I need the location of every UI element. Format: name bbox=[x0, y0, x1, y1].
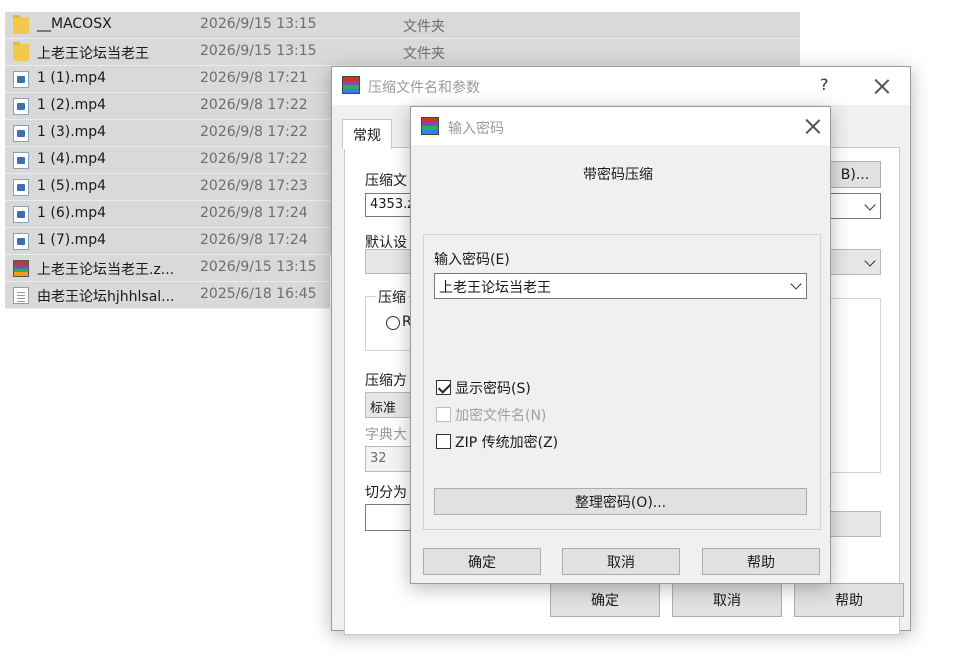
cancel-button[interactable]: 取消 bbox=[562, 548, 680, 575]
file-date: 2026/9/8 17:24 bbox=[200, 232, 308, 248]
video-file-icon bbox=[13, 206, 29, 223]
video-file-icon bbox=[13, 71, 29, 88]
file-name: 1 (7).mp4 bbox=[37, 232, 107, 248]
winrar-icon bbox=[421, 117, 439, 135]
file-date: 2026/9/8 17:21 bbox=[200, 70, 308, 86]
file-name: 1 (4).mp4 bbox=[37, 151, 107, 167]
video-file-icon bbox=[13, 152, 29, 169]
set-password-button-area[interactable] bbox=[829, 511, 881, 537]
winrar-icon bbox=[342, 76, 360, 94]
archive-name-value: 4353.z bbox=[370, 197, 415, 212]
video-file-icon bbox=[13, 233, 29, 250]
dictionary-size-label: 字典大 bbox=[365, 427, 407, 443]
archive-options-group bbox=[829, 298, 881, 473]
help-button[interactable]: 帮助 bbox=[702, 548, 820, 575]
chevron-down-icon[interactable] bbox=[790, 278, 802, 290]
file-name: 1 (6).mp4 bbox=[37, 205, 107, 221]
video-file-icon bbox=[13, 125, 29, 142]
password-dialog-titlebar: 输入密码 bbox=[411, 107, 830, 145]
password-input[interactable]: 上老王论坛当老王 bbox=[434, 273, 807, 299]
file-date: 2026/9/8 17:23 bbox=[200, 178, 308, 194]
tab-general[interactable]: 常规 bbox=[342, 119, 392, 149]
text-file-icon bbox=[13, 287, 29, 304]
archive-name-label: 压缩文 bbox=[365, 173, 407, 189]
zip-legacy-encryption-checkbox[interactable] bbox=[436, 434, 451, 449]
file-type: 文件夹 bbox=[403, 46, 445, 62]
update-mode-dropdown[interactable] bbox=[829, 249, 881, 275]
rar-format-radio[interactable] bbox=[386, 316, 400, 330]
browse-button[interactable]: B)... bbox=[829, 161, 881, 188]
close-icon[interactable] bbox=[805, 118, 821, 134]
split-volumes-label: 切分为 bbox=[365, 485, 407, 501]
file-date: 2026/9/15 13:15 bbox=[200, 43, 317, 59]
dictionary-size-value: 32 bbox=[370, 451, 387, 466]
archive-dialog-titlebar: 压缩文件名和参数 ? bbox=[332, 67, 910, 105]
close-icon[interactable] bbox=[874, 78, 890, 94]
file-row[interactable]: 由老王论坛hjhhlsal... 2025/6/18 16:45 bbox=[5, 282, 330, 309]
file-name: 1 (3).mp4 bbox=[37, 124, 107, 140]
file-date: 2026/9/8 17:22 bbox=[200, 97, 308, 113]
compression-method-value: 标准 bbox=[370, 401, 397, 416]
file-name: 上老王论坛当老王.z... bbox=[37, 262, 175, 278]
file-name: 由老王论坛hjhhlsal... bbox=[37, 289, 175, 305]
password-dialog-heading: 带密码压缩 bbox=[583, 167, 653, 183]
help-icon[interactable]: ? bbox=[820, 75, 829, 94]
file-name: 1 (5).mp4 bbox=[37, 178, 107, 194]
folder-icon bbox=[13, 15, 29, 34]
encrypt-file-names-checkbox[interactable] bbox=[436, 407, 451, 422]
password-group: 输入密码(E) 上老王论坛当老王 显示密码(S) 加密文件名(N) ZIP 传统… bbox=[423, 234, 821, 530]
file-row[interactable]: 上老王论坛当老王.z... 2026/9/15 13:15 bbox=[5, 255, 330, 282]
video-file-icon bbox=[13, 98, 29, 115]
help-button[interactable]: 帮助 bbox=[794, 583, 904, 617]
password-value: 上老王论坛当老王 bbox=[439, 280, 551, 296]
cancel-button[interactable]: 取消 bbox=[672, 583, 782, 617]
archive-format-label: 压缩 bbox=[376, 287, 408, 307]
dictionary-size-dropdown[interactable]: 32 bbox=[365, 446, 415, 472]
file-name: __MACOSX bbox=[37, 16, 112, 32]
file-row[interactable]: 上老王论坛当老王 2026/9/15 13:15 文件夹 bbox=[5, 39, 800, 66]
file-name: 上老王论坛当老王 bbox=[37, 46, 149, 62]
file-row[interactable]: __MACOSX 2026/9/15 13:15 文件夹 bbox=[5, 12, 800, 39]
rar-archive-icon bbox=[13, 260, 29, 277]
file-date: 2026/9/8 17:24 bbox=[200, 205, 308, 221]
ok-button[interactable]: 确定 bbox=[550, 583, 660, 617]
password-dialog-title: 输入密码 bbox=[448, 121, 504, 137]
file-date: 2026/9/15 13:15 bbox=[200, 16, 317, 32]
password-label: 输入密码(E) bbox=[434, 252, 510, 268]
file-date: 2026/9/8 17:22 bbox=[200, 151, 308, 167]
file-type: 文件夹 bbox=[403, 19, 445, 35]
video-file-icon bbox=[13, 179, 29, 196]
chevron-down-icon bbox=[864, 199, 876, 211]
organize-passwords-button[interactable]: 整理密码(O)... bbox=[434, 488, 807, 515]
file-date: 2026/9/15 13:15 bbox=[200, 259, 317, 275]
archive-name-dropdown[interactable] bbox=[829, 193, 881, 219]
show-password-label: 显示密码(S) bbox=[455, 381, 531, 397]
chevron-down-icon bbox=[864, 255, 876, 267]
file-date: 2026/9/8 17:22 bbox=[200, 124, 308, 140]
password-dialog: 输入密码 带密码压缩 输入密码(E) 上老王论坛当老王 显示密码(S) 加密文件… bbox=[410, 106, 831, 584]
archive-dialog-title: 压缩文件名和参数 bbox=[368, 80, 480, 96]
compression-method-label: 压缩方 bbox=[365, 373, 407, 389]
file-date: 2025/6/18 16:45 bbox=[200, 286, 317, 302]
ok-button[interactable]: 确定 bbox=[423, 548, 541, 575]
show-password-checkbox[interactable] bbox=[436, 380, 451, 395]
zip-legacy-encryption-label: ZIP 传统加密(Z) bbox=[455, 435, 559, 451]
file-name: 1 (2).mp4 bbox=[37, 97, 107, 113]
file-name: 1 (1).mp4 bbox=[37, 70, 107, 86]
encrypt-file-names-label: 加密文件名(N) bbox=[455, 408, 547, 424]
folder-icon bbox=[13, 42, 29, 61]
compression-method-dropdown[interactable]: 标准 bbox=[365, 392, 415, 418]
split-volumes-field[interactable] bbox=[365, 504, 415, 531]
